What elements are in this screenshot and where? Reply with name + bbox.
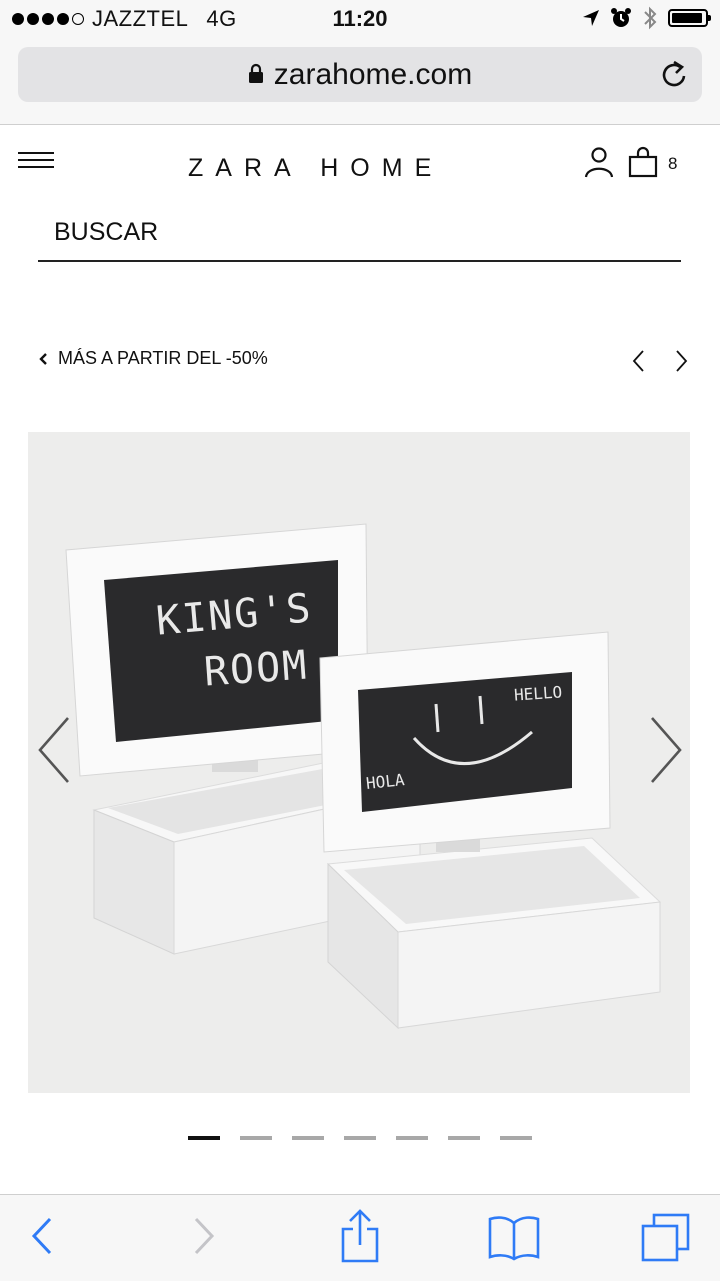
carousel-indicator[interactable] — [396, 1136, 428, 1140]
forward-icon[interactable] — [190, 1213, 218, 1259]
chalk-text-hello: HELLO — [513, 682, 563, 705]
zara-home-logo[interactable]: ZARA HOME — [188, 154, 443, 183]
carousel-indicator[interactable] — [292, 1136, 324, 1140]
chevron-left-icon — [39, 352, 47, 365]
previous-product-icon[interactable] — [630, 348, 646, 374]
carousel-indicator[interactable] — [240, 1136, 272, 1140]
bookmarks-icon[interactable] — [488, 1213, 540, 1261]
product-image[interactable]: KING'S ROOM HELLO HOLA — [28, 432, 690, 1093]
back-icon[interactable] — [28, 1213, 56, 1259]
status-icons — [582, 6, 711, 30]
search-label: BUSCAR — [54, 218, 159, 246]
product-photo — [28, 432, 690, 1093]
user-icon[interactable] — [584, 146, 614, 178]
share-icon[interactable] — [338, 1209, 382, 1263]
browser-top-chrome: JAZZTEL 4G 11:20 zarahome.com — [0, 0, 720, 125]
breadcrumb-label: MÁS A PARTIR DEL -50% — [58, 348, 268, 368]
browser-toolbar — [0, 1194, 720, 1281]
next-product-icon[interactable] — [674, 348, 690, 374]
product-nav-arrows — [630, 348, 690, 374]
chalk-text-room: ROOM — [202, 642, 310, 696]
hamburger-menu-icon[interactable] — [18, 152, 54, 172]
chalk-text-hola: HOLA — [365, 770, 406, 793]
carousel-next-icon[interactable] — [646, 714, 686, 786]
location-arrow-icon — [583, 10, 599, 26]
address-bar[interactable]: zarahome.com — [18, 47, 702, 102]
carousel-indicator[interactable] — [188, 1136, 220, 1140]
shopping-bag-icon[interactable] — [628, 146, 658, 178]
bag-count-badge[interactable]: 8 — [668, 154, 677, 174]
breadcrumb-back-link[interactable]: MÁS A PARTIR DEL -50% — [38, 348, 268, 369]
search-field[interactable]: BUSCAR — [38, 204, 681, 262]
carousel-indicator[interactable] — [448, 1136, 480, 1140]
url-display[interactable]: zarahome.com — [18, 58, 702, 92]
carousel-indicator[interactable] — [344, 1136, 376, 1140]
reload-icon[interactable] — [660, 58, 690, 90]
bluetooth-icon — [644, 6, 657, 30]
lock-icon — [248, 63, 263, 84]
carousel-indicators — [0, 1136, 720, 1140]
carousel-previous-icon[interactable] — [34, 714, 74, 786]
carousel-indicator[interactable] — [500, 1136, 532, 1140]
battery-icon — [668, 9, 711, 27]
alarm-clock-icon — [611, 8, 631, 27]
status-bar: JAZZTEL 4G 11:20 — [0, 0, 720, 40]
url-text: zarahome.com — [273, 58, 473, 91]
tabs-icon[interactable] — [640, 1213, 692, 1263]
